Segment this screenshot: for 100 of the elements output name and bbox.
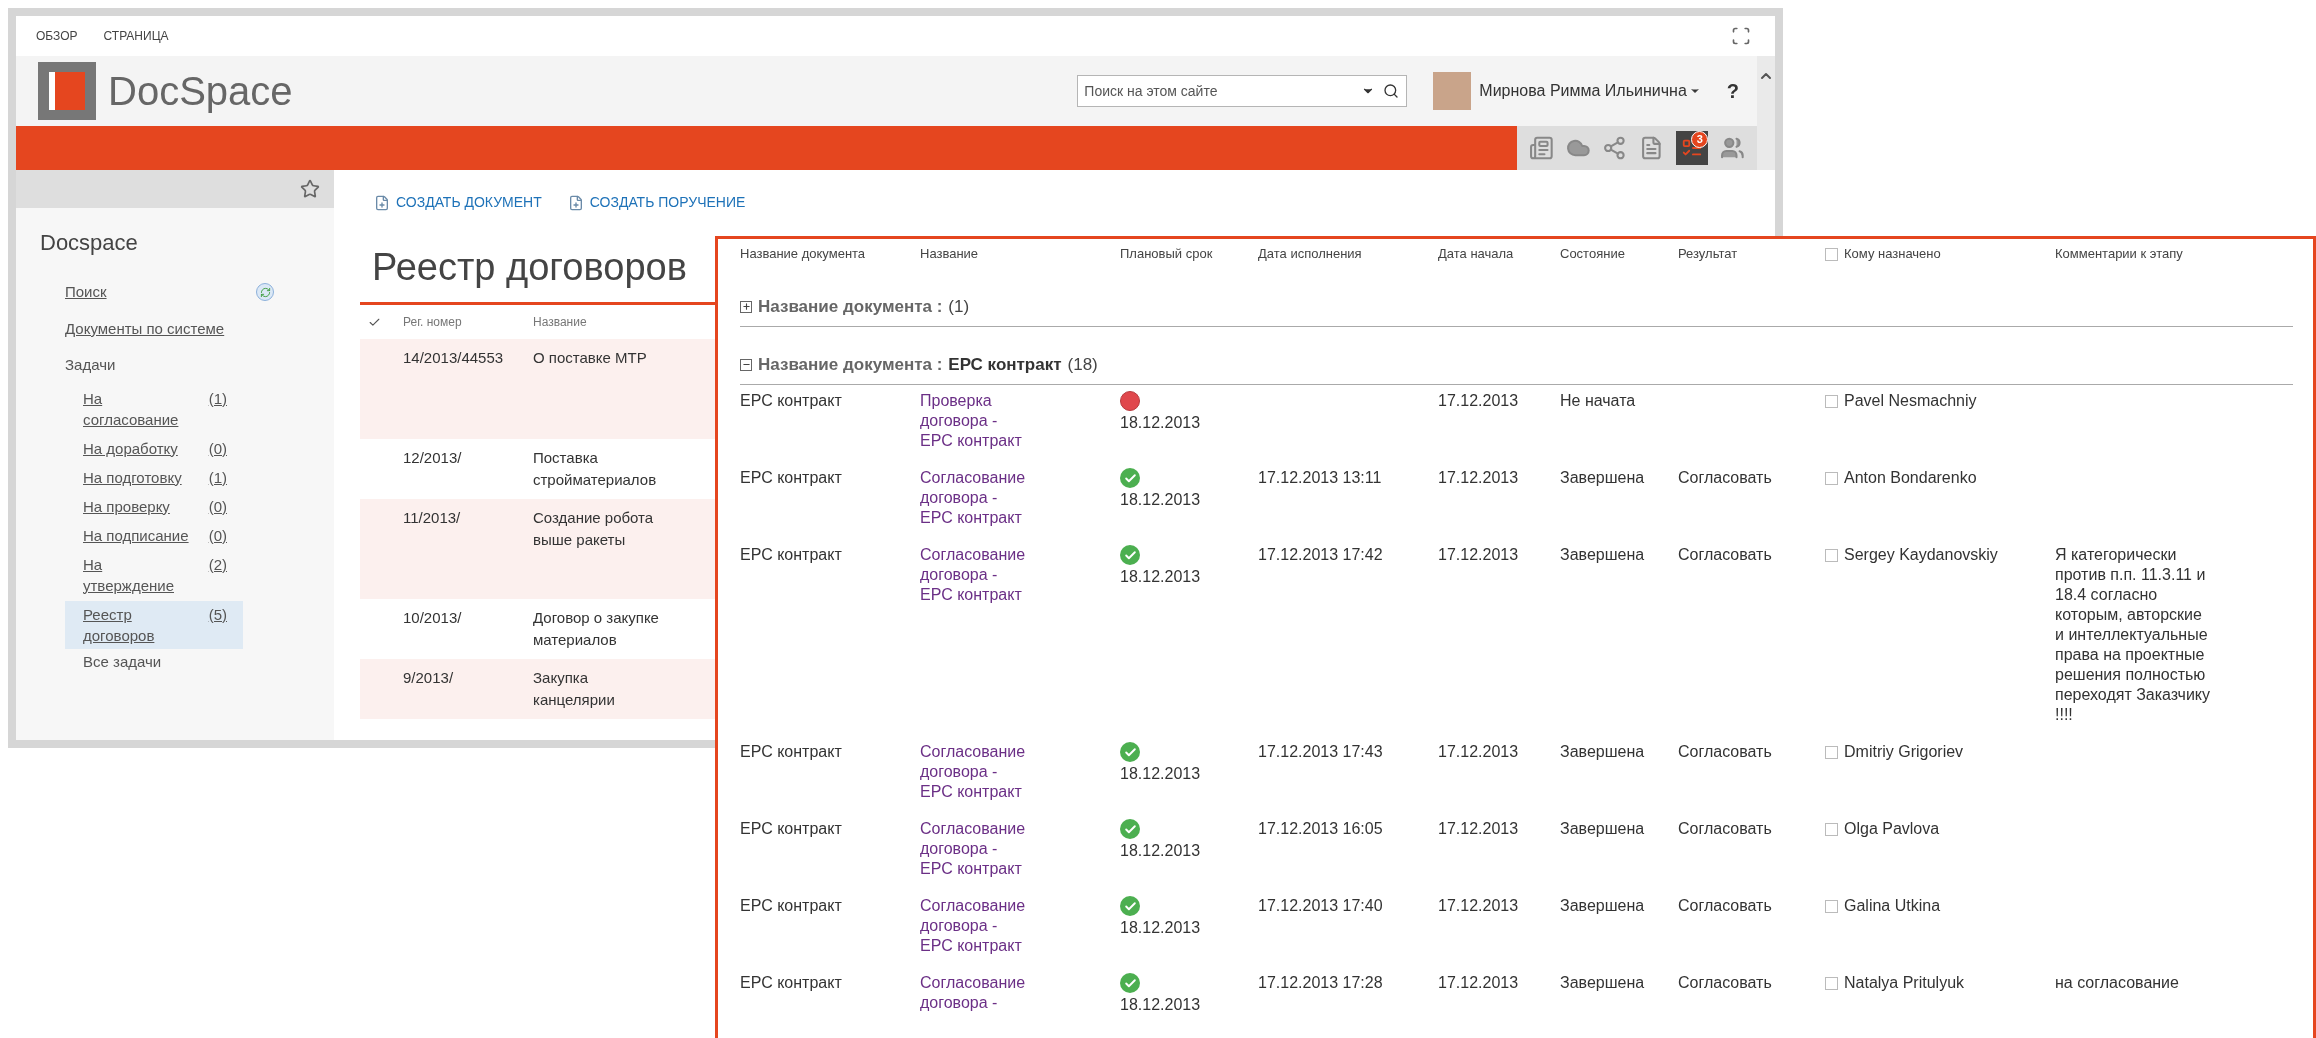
star-icon[interactable]: [300, 179, 320, 199]
checkbox[interactable]: [1825, 247, 1838, 261]
column-header[interactable]: Название: [533, 313, 587, 331]
task-filter-item[interactable]: На подготовку (1): [65, 463, 243, 491]
new-document-icon: [567, 194, 584, 211]
task-link[interactable]: Согласование договора - ЕРС контракт: [920, 819, 1030, 879]
column-header[interactable]: Комментарии к этапу: [2055, 244, 2183, 264]
task-link[interactable]: Согласование договора - ЕРС контракт: [920, 545, 1030, 605]
task-link[interactable]: Согласование договора -: [920, 973, 1030, 1013]
checkbox[interactable]: [1825, 899, 1838, 913]
user-menu[interactable]: Мирнова Римма Ильинична: [1479, 79, 1701, 103]
checkbox[interactable]: [1825, 822, 1838, 836]
table-cell-text: 18.12.2013: [1120, 567, 1202, 587]
table-cell: Завершена: [1560, 546, 1645, 563]
assignee-name: Galina Utkina: [1844, 896, 1941, 916]
table-cell: Не начата: [1560, 392, 1636, 409]
table-cell-text: ЕРС контракт: [740, 468, 843, 488]
table-cell: Согласовать: [1678, 897, 1772, 914]
checkbox[interactable]: [1825, 745, 1838, 759]
table-cell: 17.12.2013 13:11: [1258, 469, 1382, 486]
table-cell-text: 14/2013/44553: [403, 348, 505, 368]
help-button[interactable]: ?: [1726, 76, 1739, 106]
count-link[interactable]: (0): [208, 437, 227, 459]
document-icon[interactable]: [1639, 135, 1664, 161]
ribbon-tab[interactable]: СТРАНИЦА: [103, 27, 169, 45]
table-cell: Завершена: [1560, 820, 1645, 837]
task-link[interactable]: Согласование договора - ЕРС контракт: [920, 742, 1030, 802]
table-row[interactable]: 14/2013/44553 О поставке МТР: [360, 339, 715, 439]
column-header[interactable]: Состояние: [1560, 244, 1625, 264]
column-header[interactable]: Дата исполнения: [1258, 244, 1362, 264]
table-cell: Согласовать: [1678, 743, 1772, 760]
expand-icon[interactable]: [740, 300, 752, 313]
column-header[interactable]: Результат: [1678, 244, 1738, 264]
column-header[interactable]: Плановый срок: [1120, 244, 1213, 264]
nav-link[interactable]: Все задачи: [83, 650, 334, 672]
nav-link[interactable]: На доработку: [83, 437, 195, 459]
count-link[interactable]: (5): [208, 603, 227, 625]
action-link[interactable]: СОЗДАТЬ ДОКУМЕНТ: [374, 192, 542, 213]
table-cell-text: ЕРС контракт: [740, 973, 843, 993]
task-link[interactable]: Согласование договора - ЕРС контракт: [920, 896, 1030, 956]
nav-link[interactable]: Поиск: [65, 281, 107, 304]
action-link[interactable]: СОЗДАТЬ ПОРУЧЕНИЕ: [567, 192, 746, 213]
count-link[interactable]: (0): [208, 524, 227, 546]
table-cell: 17.12.2013: [1438, 743, 1519, 760]
column-header[interactable]: Кому назначено: [1844, 244, 1941, 264]
nav-link[interactable]: На согласование: [83, 387, 195, 430]
table-cell-text: ЕРС контракт: [740, 545, 843, 565]
nav-link[interactable]: Реестр договоров: [83, 603, 195, 646]
task-filter-item[interactable]: На подписание (0): [65, 521, 243, 549]
table-cell-text: Закупка канцелярии: [533, 668, 616, 710]
column-header[interactable]: Дата начала: [1438, 244, 1514, 264]
count-link[interactable]: (1): [208, 466, 227, 488]
task-filter-item[interactable]: На доработку (0): [65, 434, 243, 462]
table-cell: 17.12.2013 16:05: [1258, 820, 1383, 837]
checkbox[interactable]: [1825, 976, 1838, 990]
fullscreen-icon[interactable]: [1731, 26, 1751, 46]
task-filter-item[interactable]: На согласование (1): [65, 384, 243, 433]
task-link[interactable]: Согласование договора - ЕРС контракт: [920, 468, 1030, 528]
count-link[interactable]: (2): [208, 553, 227, 575]
tasks-button[interactable]: 3: [1675, 131, 1709, 165]
count-link[interactable]: (0): [208, 495, 227, 517]
section-label: Задачи: [65, 355, 117, 375]
scrollbar[interactable]: [1757, 56, 1775, 170]
table-row[interactable]: 9/2013/ Закупка канцелярии: [360, 659, 715, 719]
table-cell-text: 10/2013/: [403, 608, 463, 628]
table-cell-text: 18.12.2013: [1120, 764, 1202, 784]
task-filter-item[interactable]: Реестр договоров (5): [65, 600, 243, 649]
nav-link[interactable]: Документы по системе: [65, 317, 225, 340]
ribbon-tab[interactable]: ОБЗОР: [36, 27, 78, 45]
task-filter-item[interactable]: На проверку (0): [65, 492, 243, 520]
table-cell-text: ЕРС контракт: [740, 896, 843, 916]
share-icon[interactable]: [1602, 135, 1628, 161]
table-cell: 17.12.2013: [1438, 820, 1519, 837]
site-title: Docspace: [39, 229, 139, 257]
task-filter-item[interactable]: На утверждение (2): [65, 550, 243, 599]
nav-link[interactable]: На утверждение: [83, 553, 195, 596]
checkbox[interactable]: [1825, 394, 1838, 408]
count-link[interactable]: (1): [208, 387, 227, 409]
search-icon[interactable]: [1383, 83, 1400, 99]
table-row[interactable]: 11/2013/ Создание робота выше ракеты: [360, 499, 715, 599]
column-header[interactable]: Название: [920, 244, 979, 264]
column-header[interactable]: Рег. номер: [403, 313, 533, 331]
checkbox[interactable]: [1825, 548, 1838, 562]
task-link[interactable]: Проверка договора - ЕРС контракт: [920, 391, 1030, 451]
table-cell-text: Договор о закупке материалов: [533, 608, 660, 650]
table-cell-text: ЕРС контракт: [740, 819, 843, 839]
nav-link[interactable]: На подписание: [83, 524, 195, 546]
checkbox[interactable]: [1825, 471, 1838, 485]
search-field[interactable]: Поиск на этом сайте: [1077, 75, 1408, 107]
table-cell: Завершена: [1560, 743, 1645, 760]
refresh-icon[interactable]: [256, 283, 274, 302]
newspaper-icon[interactable]: [1529, 135, 1554, 161]
people-icon[interactable]: [1720, 135, 1745, 161]
nav-link[interactable]: На подготовку: [83, 466, 195, 488]
table-cell: 17.12.2013: [1438, 392, 1519, 409]
group-label: Название документа :: [758, 353, 943, 376]
assignee-name: Olga Pavlova: [1844, 819, 1940, 839]
nav-link[interactable]: На проверку: [83, 495, 195, 517]
table-cell: 17.12.2013: [1438, 469, 1519, 486]
collapse-icon[interactable]: [740, 358, 752, 371]
